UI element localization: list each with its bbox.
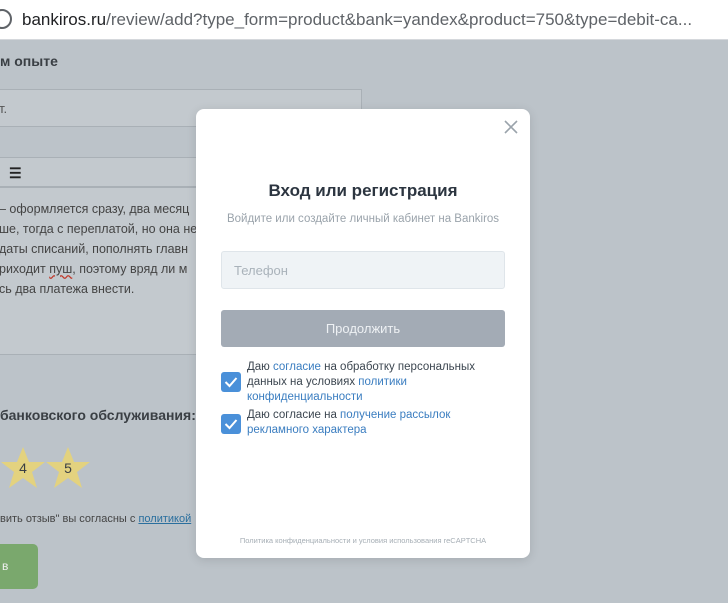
privacy-policy-link[interactable]: политикой <box>138 513 191 525</box>
review-consent-text: вить отзыв" вы согласны с политикой <box>0 513 191 525</box>
consent-marketing-checkbox[interactable] <box>221 414 241 434</box>
consent-personal-data-row: Даю согласие на обработку персональных д… <box>221 360 505 405</box>
spellcheck-word: пуш <box>49 262 73 276</box>
site-info-icon[interactable] <box>0 9 12 29</box>
editor-line: ше, тогда с переплатой, но она не <box>0 222 198 236</box>
bulleted-list-icon[interactable]: ☰ <box>9 165 22 182</box>
consent2-pre: Даю согласие на <box>247 409 341 421</box>
url-host: bankiros.ru <box>22 10 107 29</box>
continue-button[interactable]: Продолжить <box>221 310 505 347</box>
review-text-editor[interactable]: – оформляется сразу, два месяц ше, тогда… <box>0 187 198 355</box>
consent-link[interactable]: согласие <box>273 361 321 373</box>
review-title-value: т. <box>0 101 8 116</box>
editor-line: риходит пуш, поэтому вряд ли м <box>0 262 187 276</box>
experience-heading: м опыте <box>0 53 58 69</box>
star-5[interactable]: 5 <box>45 446 91 490</box>
login-modal: Вход или регистрация Войдите или создайт… <box>196 109 530 558</box>
consent1-pre: Даю <box>247 361 274 373</box>
editor-line-text: , поэтому вряд ли м <box>72 262 188 276</box>
recaptcha-note[interactable]: Политика конфиденциальности и условия ис… <box>196 536 530 545</box>
check-icon <box>224 377 238 388</box>
consent-personal-data-text: Даю согласие на обработку персональных д… <box>247 360 505 405</box>
check-icon <box>224 419 238 430</box>
close-button[interactable] <box>502 118 520 136</box>
url-text[interactable]: bankiros.ru/review/add?type_form=product… <box>22 10 692 30</box>
modal-subtitle: Войдите или создайте личный кабинет на B… <box>226 213 500 225</box>
rating-title: банковского обслуживания: <box>0 407 196 423</box>
editor-line: даты списаний, пополнять главн <box>0 242 189 256</box>
consent-marketing-row: Даю согласие на получение рассылок рекла… <box>221 408 505 440</box>
star-4[interactable]: 4 <box>0 446 46 490</box>
star-label: 4 <box>19 460 27 476</box>
modal-title: Вход или регистрация <box>268 181 458 200</box>
consent-personal-data-checkbox[interactable] <box>221 372 241 392</box>
editor-toolbar: ☰ <box>0 157 196 187</box>
editor-line-text: риходит <box>0 262 50 276</box>
phone-input[interactable] <box>221 251 505 289</box>
submit-review-button[interactable]: в <box>0 544 38 589</box>
editor-line: сь два платежа внести. <box>0 282 135 296</box>
star-label: 5 <box>64 460 72 476</box>
editor-line: – оформляется сразу, два месяц <box>0 202 190 216</box>
close-icon <box>504 120 518 134</box>
url-path: /review/add?type_form=product&bank=yande… <box>106 10 693 29</box>
consent-text: вить отзыв" вы согласны с <box>0 513 139 525</box>
consent-marketing-text: Даю согласие на получение рассылок рекла… <box>247 408 505 438</box>
browser-address-bar[interactable]: bankiros.ru/review/add?type_form=product… <box>0 0 728 40</box>
submit-review-label: в <box>2 559 9 573</box>
